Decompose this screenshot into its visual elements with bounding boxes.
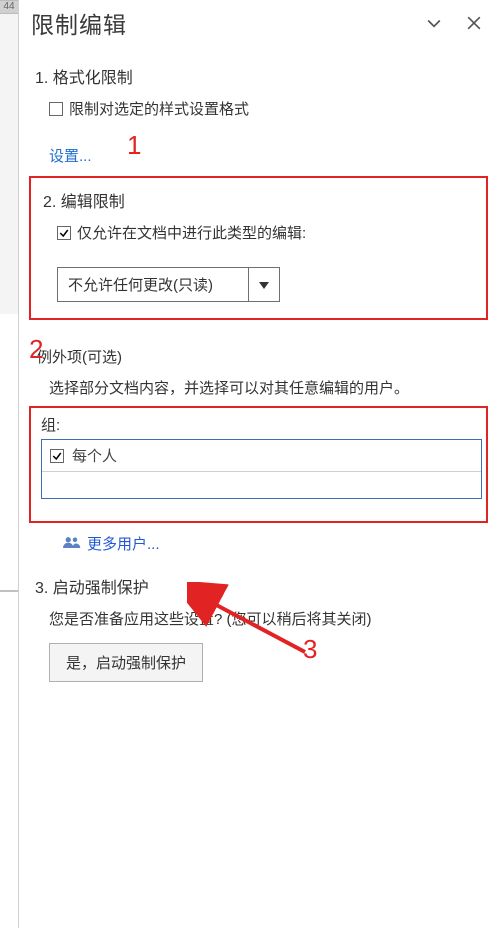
users-icon bbox=[63, 535, 81, 553]
dropdown-toggle[interactable] bbox=[248, 268, 279, 301]
groups-listbox[interactable]: 每个人 bbox=[41, 439, 482, 499]
formatting-settings-link[interactable]: 设置... bbox=[49, 145, 92, 166]
collapse-button[interactable] bbox=[414, 3, 454, 43]
panel-title: 限制编辑 bbox=[31, 6, 414, 40]
exceptions-desc: 选择部分文档内容，并选择可以对其任意编辑的用户。 bbox=[49, 377, 486, 398]
callout-box-section2: 2. 编辑限制 仅允许在文档中进行此类型的编辑: 不允许任何更改(只读) bbox=[29, 176, 488, 320]
exceptions-head: 例外项(可选) bbox=[37, 346, 486, 367]
restrict-editing-panel: 限制编辑 1. 格式化限制 限制对选定的样式设置格式 设置... 2. 编辑限制 bbox=[18, 0, 500, 928]
group-item-everyone[interactable]: 每个人 bbox=[42, 440, 481, 472]
editing-restrict-row[interactable]: 仅允许在文档中进行此类型的编辑: bbox=[57, 222, 474, 243]
more-users-label: 更多用户... bbox=[87, 533, 160, 554]
section-2-head: 2. 编辑限制 bbox=[43, 188, 474, 212]
close-icon bbox=[464, 13, 484, 33]
more-users-link[interactable]: 更多用户... bbox=[63, 533, 486, 554]
section-3-desc: 您是否准备应用这些设置? (您可以稍后将其关闭) bbox=[49, 608, 486, 629]
start-enforcement-button[interactable]: 是，启动强制保护 bbox=[49, 643, 203, 682]
editing-restrict-label: 仅允许在文档中进行此类型的编辑: bbox=[77, 222, 306, 243]
chevron-down-icon bbox=[424, 13, 444, 33]
editing-type-dropdown[interactable]: 不允许任何更改(只读) bbox=[57, 267, 280, 302]
group-everyone-checkbox[interactable] bbox=[50, 449, 64, 463]
editing-type-selected: 不允许任何更改(只读) bbox=[58, 268, 248, 301]
close-button[interactable] bbox=[454, 3, 494, 43]
group-everyone-label: 每个人 bbox=[72, 445, 117, 466]
panel-titlebar: 限制编辑 bbox=[19, 0, 500, 46]
section-3-head: 3. 启动强制保护 bbox=[35, 574, 486, 598]
background-ruler-sliver: 44 bbox=[0, 0, 18, 928]
formatting-restrict-row[interactable]: 限制对选定的样式设置格式 bbox=[49, 98, 486, 119]
section-1-head: 1. 格式化限制 bbox=[35, 64, 486, 88]
group-item-empty bbox=[42, 472, 481, 498]
editing-restrict-checkbox[interactable] bbox=[57, 226, 71, 240]
ruler-mark: 44 bbox=[0, 0, 18, 14]
formatting-restrict-label: 限制对选定的样式设置格式 bbox=[69, 98, 249, 119]
triangle-down-icon bbox=[258, 279, 270, 291]
callout-box-groups: 组: 每个人 bbox=[29, 406, 488, 523]
formatting-restrict-checkbox[interactable] bbox=[49, 102, 63, 116]
groups-label: 组: bbox=[41, 414, 482, 435]
